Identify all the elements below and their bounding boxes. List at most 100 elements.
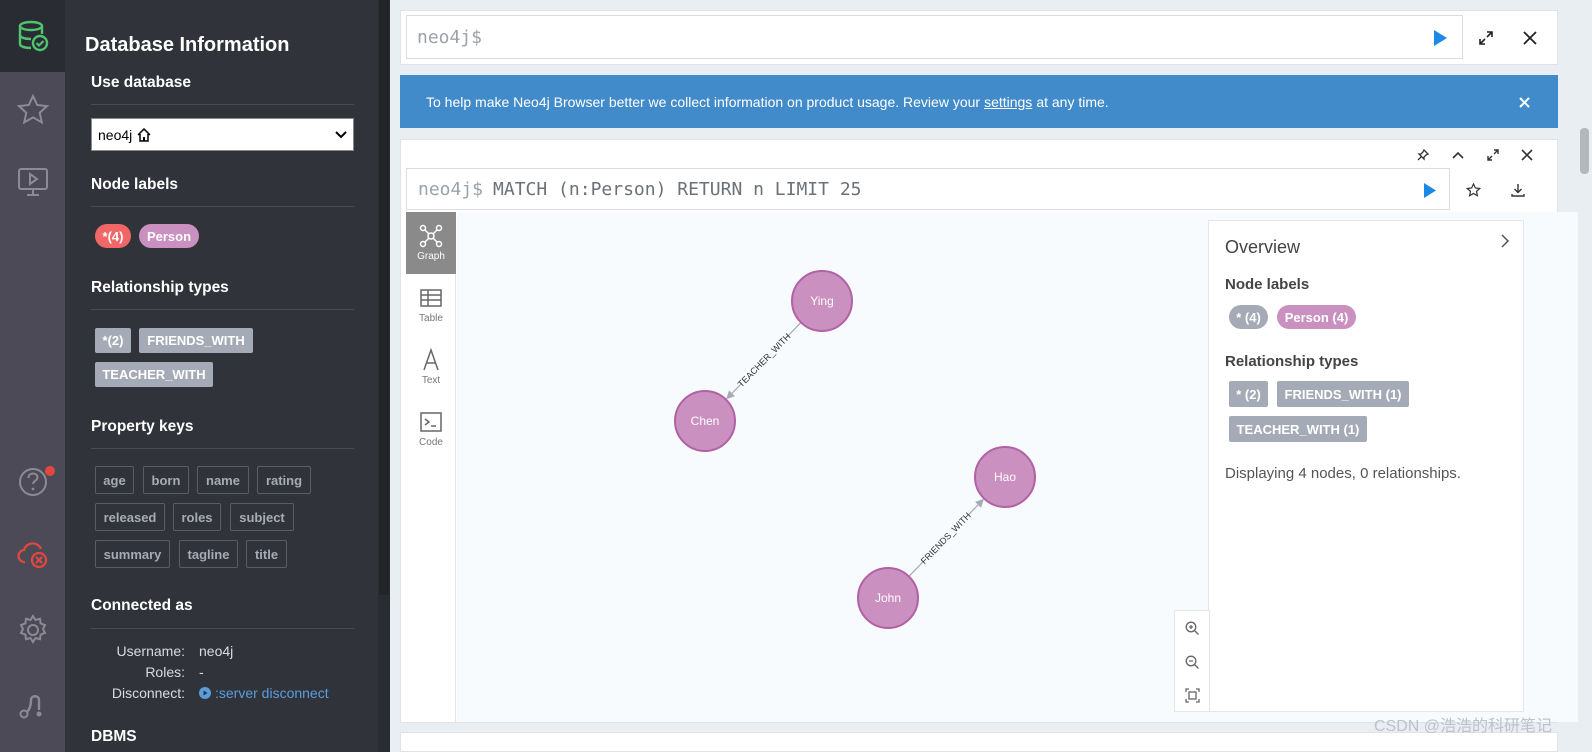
tab-text[interactable]: Text: [406, 336, 456, 398]
divider: [91, 206, 354, 207]
star-icon: [1465, 182, 1481, 197]
zoom-out-button[interactable]: [1175, 645, 1209, 679]
node-label-all[interactable]: *(4): [95, 224, 131, 248]
help-nav-button[interactable]: [0, 446, 65, 518]
monitor-play-icon: [17, 168, 48, 196]
property-key-summary[interactable]: summary: [95, 540, 170, 568]
tab-graph-label: Graph: [417, 251, 445, 262]
editor-frame: neo4j$: [400, 10, 1558, 65]
overview-node-label-all[interactable]: * (4): [1229, 305, 1268, 329]
code-terminal-icon: [420, 412, 442, 432]
close-icon: [1523, 31, 1537, 45]
chevron-down-icon: [335, 130, 347, 138]
relationship-label: FRIENDS_WITH: [919, 510, 973, 565]
download-button[interactable]: [1504, 178, 1532, 202]
expand-icon: [1487, 149, 1499, 161]
watermark: CSDN @浩浩的科研笔记: [1373, 718, 1552, 735]
fit-to-screen-button[interactable]: [1175, 678, 1209, 712]
cypher-editor-input[interactable]: neo4j$: [406, 15, 1463, 59]
usage-info-banner: To help make Neo4j Browser better we col…: [400, 75, 1558, 128]
node-label-person[interactable]: Person: [139, 224, 199, 248]
zoom-controls: [1174, 610, 1210, 712]
database-icon: [18, 20, 48, 52]
run-query-button[interactable]: [1425, 25, 1455, 51]
close-icon: [1521, 149, 1533, 161]
database-information-drawer: Database Information Use database neo4j …: [65, 0, 390, 752]
tab-code[interactable]: Code: [406, 398, 456, 460]
navigation-rail: [0, 0, 65, 752]
graph-node-caption: Chen: [691, 414, 720, 428]
property-key-tagline[interactable]: tagline: [179, 540, 238, 568]
main-scrollbar-thumb[interactable]: [1580, 128, 1589, 174]
database-select[interactable]: neo4j: [91, 118, 354, 151]
fullscreen-frame-button[interactable]: [1481, 144, 1505, 166]
neo4j-logo-icon: [19, 695, 41, 719]
overview-node-label-person[interactable]: Person (4): [1277, 305, 1356, 329]
divider: [91, 628, 354, 629]
collapse-frame-button[interactable]: [1446, 144, 1470, 166]
divider: [91, 448, 354, 449]
settings-nav-button[interactable]: [0, 594, 65, 666]
drawer-scrollbar[interactable]: [378, 0, 390, 752]
cloud-disconnected-icon: [16, 542, 47, 569]
graph-node-caption: John: [875, 591, 901, 605]
banner-settings-link[interactable]: settings: [984, 94, 1032, 110]
server-disconnect-link[interactable]: :server disconnect: [199, 685, 329, 701]
close-banner-button[interactable]: [1512, 93, 1536, 111]
pin-icon: [1417, 149, 1429, 161]
editor-prompt: neo4j$: [417, 26, 483, 48]
overview-relationship-type-all[interactable]: * (2): [1229, 381, 1268, 407]
roles-value: -: [199, 664, 204, 680]
overview-relationship-type-friends-with[interactable]: FRIENDS_WITH (1): [1277, 381, 1409, 407]
roles-label: Roles:: [145, 664, 185, 680]
graph-visualization[interactable]: TEACHER_WITH FRIENDS_WITH Ying Chen Hao John…: [457, 212, 1579, 722]
overview-node-labels-title: Node labels: [1225, 276, 1310, 293]
fullscreen-editor-button[interactable]: [1471, 25, 1501, 51]
banner-text: To help make Neo4j Browser better we col…: [426, 93, 981, 110]
property-key-subject[interactable]: subject: [230, 503, 294, 531]
home-icon: [137, 127, 151, 142]
main-scrollbar[interactable]: [1578, 0, 1592, 752]
graph-node-caption: Ying: [810, 294, 834, 308]
cloud-status-nav-button[interactable]: [0, 518, 65, 590]
property-key-age[interactable]: age: [95, 466, 134, 494]
star-icon: [16, 93, 49, 125]
result-query-editor[interactable]: neo4j$ MATCH (n:Person) RETURN n LIMIT 2…: [406, 168, 1450, 210]
rerun-query-button[interactable]: [1415, 178, 1443, 202]
graph-icon: [419, 224, 443, 248]
property-key-title[interactable]: title: [246, 540, 287, 568]
dbms-title: DBMS: [91, 728, 137, 745]
close-editor-button[interactable]: [1515, 25, 1545, 51]
guides-nav-button[interactable]: [0, 146, 65, 218]
graph-canvas[interactable]: TEACHER_WITH FRIENDS_WITH Ying Chen Hao John: [457, 212, 1217, 722]
drawer-scrollbar-thumb[interactable]: [379, 0, 389, 595]
favorites-nav-button[interactable]: [0, 74, 65, 146]
property-keys-title: Property keys: [91, 418, 194, 435]
chevron-right-icon: [1500, 234, 1509, 248]
relationship-type-friends-with[interactable]: FRIENDS_WITH: [139, 328, 253, 353]
about-nav-button[interactable]: [0, 668, 65, 740]
relationship-type-teacher-with[interactable]: TEACHER_WITH: [95, 362, 213, 387]
relationship-types-title: Relationship types: [91, 279, 229, 296]
relationship-type-all[interactable]: *(2): [95, 328, 131, 353]
property-key-released[interactable]: released: [95, 503, 165, 531]
favorite-query-button[interactable]: [1459, 178, 1487, 202]
property-key-born[interactable]: born: [143, 466, 189, 494]
overview-relationship-type-teacher-with[interactable]: TEACHER_WITH (1): [1229, 416, 1367, 442]
property-key-rating[interactable]: rating: [257, 466, 311, 494]
pin-frame-button[interactable]: [1411, 144, 1435, 166]
tab-graph[interactable]: Graph: [406, 212, 456, 274]
relationship-label: TEACHER_WITH: [736, 331, 793, 389]
database-nav-button[interactable]: [0, 0, 65, 72]
node-labels-title: Node labels: [91, 176, 178, 193]
close-frame-button[interactable]: [1515, 144, 1539, 166]
divider: [91, 309, 354, 310]
zoom-in-button[interactable]: [1175, 611, 1209, 645]
tab-table[interactable]: Table: [406, 274, 456, 336]
use-database-title: Use database: [91, 74, 191, 91]
connected-as-title: Connected as: [91, 597, 193, 614]
collapse-overview-button[interactable]: [1495, 231, 1515, 251]
property-key-roles[interactable]: roles: [173, 503, 221, 531]
property-key-name[interactable]: name: [197, 466, 249, 494]
play-icon: [1423, 182, 1436, 198]
